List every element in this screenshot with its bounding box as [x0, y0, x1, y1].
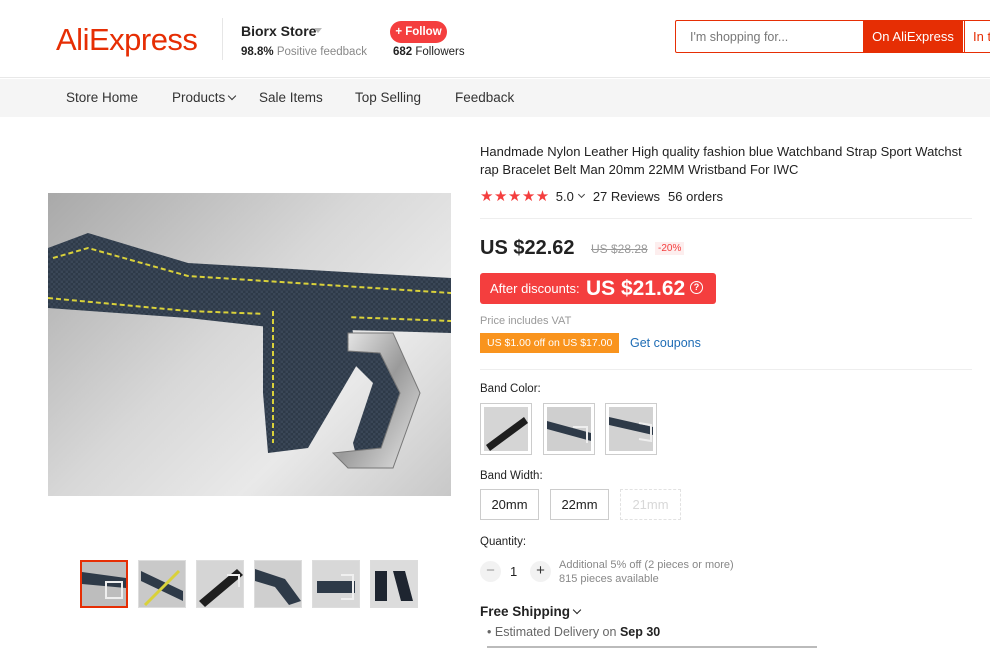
divider [480, 218, 972, 219]
after-discount-label: After discounts: [490, 281, 580, 296]
nav-feedback[interactable]: Feedback [455, 90, 514, 105]
discount-badge: -20% [655, 242, 685, 255]
quantity-increase-button[interactable]: + [530, 561, 551, 582]
orders-count: 56 orders [668, 188, 723, 204]
thumbnail-2[interactable] [138, 560, 186, 608]
thumbnail-5[interactable] [312, 560, 360, 608]
followers-number: 682 [393, 46, 413, 58]
bulk-discount-note: Additional 5% off (2 pieces or more) [559, 559, 734, 571]
delivery-date: Sep 30 [619, 625, 661, 639]
color-swatch-3[interactable] [605, 403, 657, 455]
followers-label: Followers [415, 46, 465, 58]
search-on-aliexpress-button[interactable]: On AliExpress [863, 21, 963, 52]
thumbnail-4[interactable] [254, 560, 302, 608]
nav-products-label: Products [172, 90, 226, 105]
search-bar: On AliExpress In t [675, 20, 990, 53]
feedback-percent: 98.8% [241, 46, 274, 58]
free-shipping-toggle[interactable]: Free Shipping [480, 604, 582, 619]
aliexpress-logo[interactable]: AliExpress [56, 22, 198, 58]
search-in-store-button[interactable]: In t [964, 21, 990, 52]
after-discount-banner: After discounts: US $21.62 ? [480, 273, 716, 304]
vat-note: Price includes VAT [480, 315, 572, 327]
product-main-image[interactable] [48, 193, 451, 496]
thumbnail-3[interactable] [196, 560, 244, 608]
header: AliExpress Biorx Store 98.8% Positive fe… [0, 0, 990, 78]
followers-count: 682 Followers [393, 46, 465, 58]
width-option-21mm: 21mm [620, 489, 681, 520]
product-title: Handmade Nylon Leather High quality fash… [480, 144, 962, 177]
divider [480, 369, 972, 370]
current-price: US $22.62 [480, 237, 575, 259]
rating-score[interactable]: 5.0 [556, 189, 574, 204]
rating-row: ★★★★★ 5.0 27 Reviews 56 orders [480, 188, 723, 205]
free-shipping-label: Free Shipping [480, 604, 571, 619]
band-width-label: Band Width: [480, 470, 543, 482]
chevron-down-icon [228, 91, 237, 101]
store-name[interactable]: Biorx Store [241, 23, 316, 39]
color-swatch-1[interactable] [480, 403, 532, 455]
quantity-decrease-button[interactable]: − [480, 561, 501, 582]
bullet-icon: • [487, 625, 492, 639]
quantity-note: Additional 5% off (2 pieces or more) 815… [559, 558, 734, 586]
store-nav: Store Home Products Sale Items Top Selli… [0, 79, 990, 117]
nav-sale-items[interactable]: Sale Items [259, 90, 323, 105]
feedback-label: Positive feedback [276, 46, 367, 58]
original-price: US $28.28 [591, 242, 648, 256]
thumbnail-1[interactable] [80, 560, 128, 608]
estimated-delivery: • Estimated Delivery on Sep 30 [487, 625, 660, 639]
get-coupons-link[interactable]: Get coupons [630, 336, 701, 350]
question-icon[interactable]: ? [690, 281, 703, 294]
watch-strap-image [48, 233, 451, 469]
quantity-value[interactable]: 1 [510, 564, 517, 579]
nav-products[interactable]: Products [172, 90, 237, 105]
header-divider [222, 18, 223, 60]
reviews-link[interactable]: 27 Reviews [593, 189, 660, 204]
store-feedback: 98.8% Positive feedback [241, 46, 367, 58]
rating-stars: ★★★★★ [480, 188, 550, 205]
truncated-text-line [487, 643, 817, 651]
color-swatch-2[interactable] [543, 403, 595, 455]
width-option-20mm[interactable]: 20mm [480, 489, 539, 520]
quantity-label: Quantity: [480, 536, 527, 548]
search-input[interactable] [676, 21, 863, 52]
coupon-badge: US $1.00 off on US $17.00 [480, 333, 620, 353]
band-color-label: Band Color: [480, 383, 541, 395]
width-option-22mm[interactable]: 22mm [550, 489, 609, 520]
after-discount-price: US $21.62 [586, 277, 686, 300]
nav-store-home[interactable]: Store Home [66, 90, 138, 105]
store-caret-icon[interactable] [314, 28, 322, 33]
thumbnail-6[interactable] [370, 560, 418, 608]
follow-button[interactable]: + Follow [390, 21, 447, 43]
chevron-down-icon[interactable] [577, 190, 585, 198]
delivery-label: Estimated Delivery on [494, 625, 617, 639]
chevron-down-icon [572, 605, 582, 615]
stock-available: 815 pieces available [559, 573, 659, 585]
nav-top-selling[interactable]: Top Selling [355, 90, 421, 105]
